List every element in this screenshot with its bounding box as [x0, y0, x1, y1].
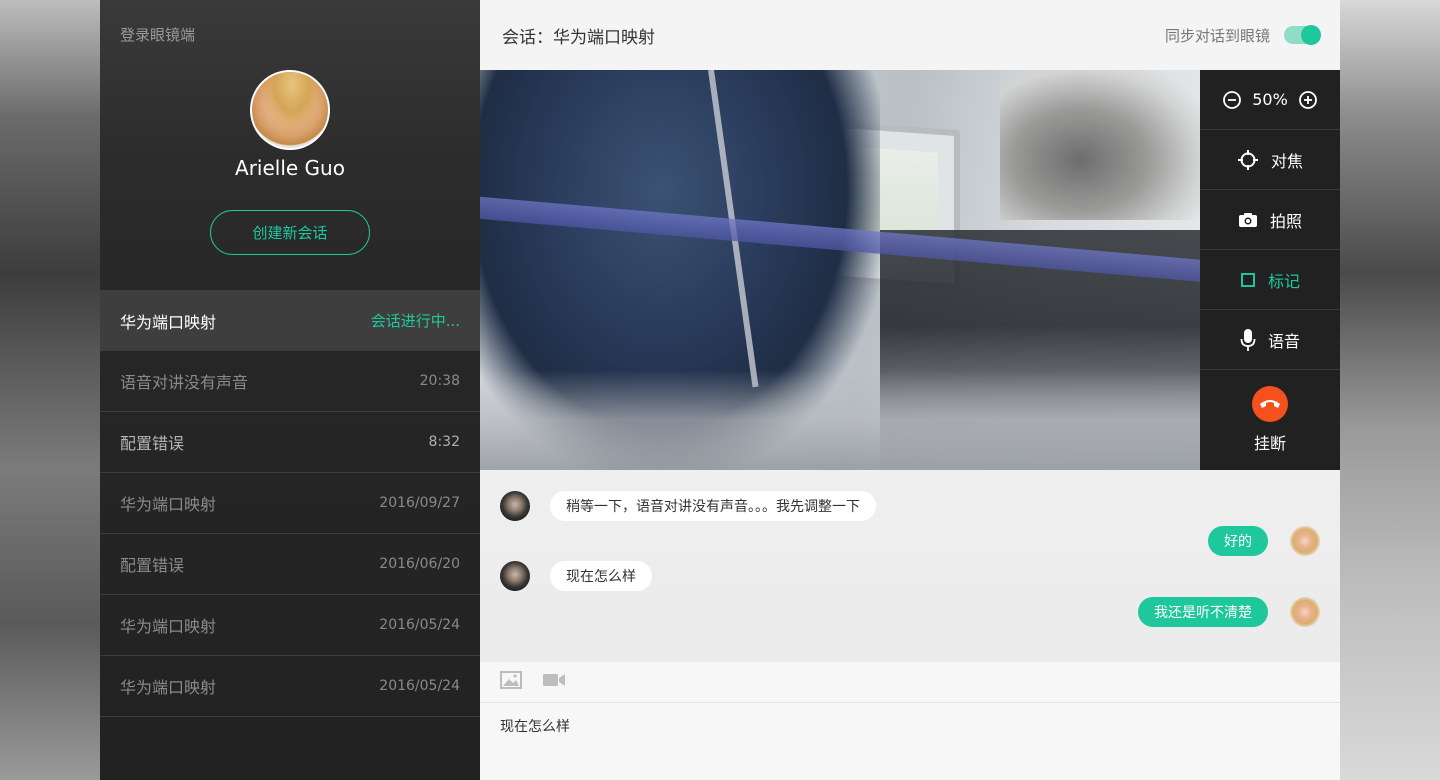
- hangup-label: 挂断: [1253, 434, 1286, 453]
- plus-circle-icon[interactable]: [1298, 90, 1318, 110]
- chat-message-remote: 现在怎么样: [500, 561, 652, 591]
- session-title: 华为端口映射: [120, 312, 217, 332]
- session-item[interactable]: 配置错误 8:32: [100, 411, 480, 472]
- call-controls: 50% 对焦 拍照 标记 语音 挂断: [1200, 70, 1340, 470]
- message-input-text: 现在怎么样: [500, 719, 570, 735]
- session-time: 2016/09/27: [379, 495, 460, 511]
- video-feed[interactable]: [480, 70, 1200, 470]
- mark-button[interactable]: 标记: [1200, 250, 1340, 310]
- sidebar: 登录眼镜端 Arielle Guo 创建新会话 华为端口映射 会话进行中... …: [100, 0, 480, 780]
- zoom-control: 50%: [1200, 70, 1340, 130]
- message-bubble: 好的: [1208, 526, 1268, 556]
- video-camera-icon[interactable]: [542, 672, 566, 692]
- session-item[interactable]: 华为端口映射 2016/05/24: [100, 655, 480, 716]
- chat-message-self: 好的: [1208, 526, 1320, 556]
- photo-button[interactable]: 拍照: [1200, 190, 1340, 250]
- microphone-icon: [1240, 328, 1256, 352]
- avatar: [500, 561, 530, 591]
- session-title: 语音对讲没有声音: [120, 373, 249, 392]
- session-status: 会话进行中...: [370, 312, 460, 330]
- image-icon[interactable]: [500, 671, 522, 693]
- session-item[interactable]: 配置错误 2016/06/20: [100, 533, 480, 594]
- sync-control: 同步对话到眼镜: [1164, 25, 1321, 46]
- square-icon: [1240, 272, 1256, 288]
- avatar: [1290, 597, 1320, 627]
- new-session-button[interactable]: 创建新会话: [210, 210, 370, 255]
- profile-panel: 登录眼镜端 Arielle Guo 创建新会话: [100, 0, 480, 290]
- session-item[interactable]: 语音对讲没有声音 20:38: [100, 350, 480, 411]
- avatar: [1290, 526, 1320, 556]
- sync-label: 同步对话到眼镜: [1164, 26, 1270, 45]
- chat-message-self: 我还是听不清楚: [1138, 597, 1320, 627]
- user-avatar: [250, 70, 330, 150]
- main-panel: 会话：华为端口映射 同步对话到眼镜 50% 对焦 拍照 标记 语音 挂断 稍等一…: [480, 0, 1340, 780]
- background-right: [1340, 0, 1440, 780]
- session-time: 2016/05/24: [379, 617, 460, 633]
- avatar: [500, 491, 530, 521]
- focus-button[interactable]: 对焦: [1200, 130, 1340, 190]
- zoom-value: 50%: [1252, 90, 1288, 109]
- mark-label: 标记: [1267, 271, 1300, 291]
- camera-icon: [1238, 212, 1258, 228]
- voice-label: 语音: [1267, 331, 1300, 351]
- session-title: 华为端口映射: [120, 617, 217, 636]
- session-title: 配置错误: [120, 434, 185, 453]
- session-item[interactable]: 华为端口映射 2016/05/24: [100, 594, 480, 655]
- sync-toggle[interactable]: [1284, 25, 1321, 45]
- voice-button[interactable]: 语音: [1200, 310, 1340, 370]
- session-time: 20:38: [419, 373, 460, 389]
- page-title: 会话：华为端口映射: [502, 27, 655, 48]
- background-left: [0, 0, 100, 780]
- message-bubble: 我还是听不清楚: [1138, 597, 1268, 627]
- session-time: 2016/06/20: [379, 556, 460, 572]
- phone-hangup-icon: [1252, 386, 1288, 422]
- session-list: 华为端口映射 会话进行中... 语音对讲没有声音 20:38 配置错误 8:32…: [100, 290, 480, 717]
- session-header: 会话：华为端口映射 同步对话到眼镜: [480, 0, 1340, 70]
- minus-circle-icon[interactable]: [1222, 90, 1242, 110]
- message-bubble: 现在怎么样: [550, 561, 652, 591]
- photo-label: 拍照: [1269, 211, 1302, 231]
- session-title: 华为端口映射: [120, 495, 217, 514]
- composer-toolbar: [480, 662, 1340, 703]
- crosshair-icon: [1237, 149, 1259, 171]
- user-name: Arielle Guo: [235, 156, 345, 180]
- message-input[interactable]: 现在怎么样: [480, 703, 1340, 780]
- chat-message-remote: 稍等一下，语音对讲没有声音。。。我先调整一下: [500, 491, 876, 521]
- session-item[interactable]: 华为端口映射 2016/09/27: [100, 472, 480, 533]
- session-time: 8:32: [428, 434, 460, 450]
- session-title: 配置错误: [120, 556, 185, 575]
- session-title: 华为端口映射: [120, 678, 217, 697]
- focus-label: 对焦: [1270, 151, 1303, 171]
- hangup-button[interactable]: 挂断: [1200, 370, 1340, 470]
- message-bubble: 稍等一下，语音对讲没有声音。。。我先调整一下: [550, 491, 876, 521]
- login-glasses-link[interactable]: 登录眼镜端: [120, 24, 195, 45]
- session-time: 2016/05/24: [379, 678, 460, 694]
- chat-log: 稍等一下，语音对讲没有声音。。。我先调整一下 好的 现在怎么样 我还是听不清楚: [480, 470, 1340, 662]
- app-window: 登录眼镜端 Arielle Guo 创建新会话 华为端口映射 会话进行中... …: [100, 0, 1340, 780]
- session-item[interactable]: 华为端口映射 会话进行中...: [100, 290, 480, 350]
- divider: [100, 716, 480, 717]
